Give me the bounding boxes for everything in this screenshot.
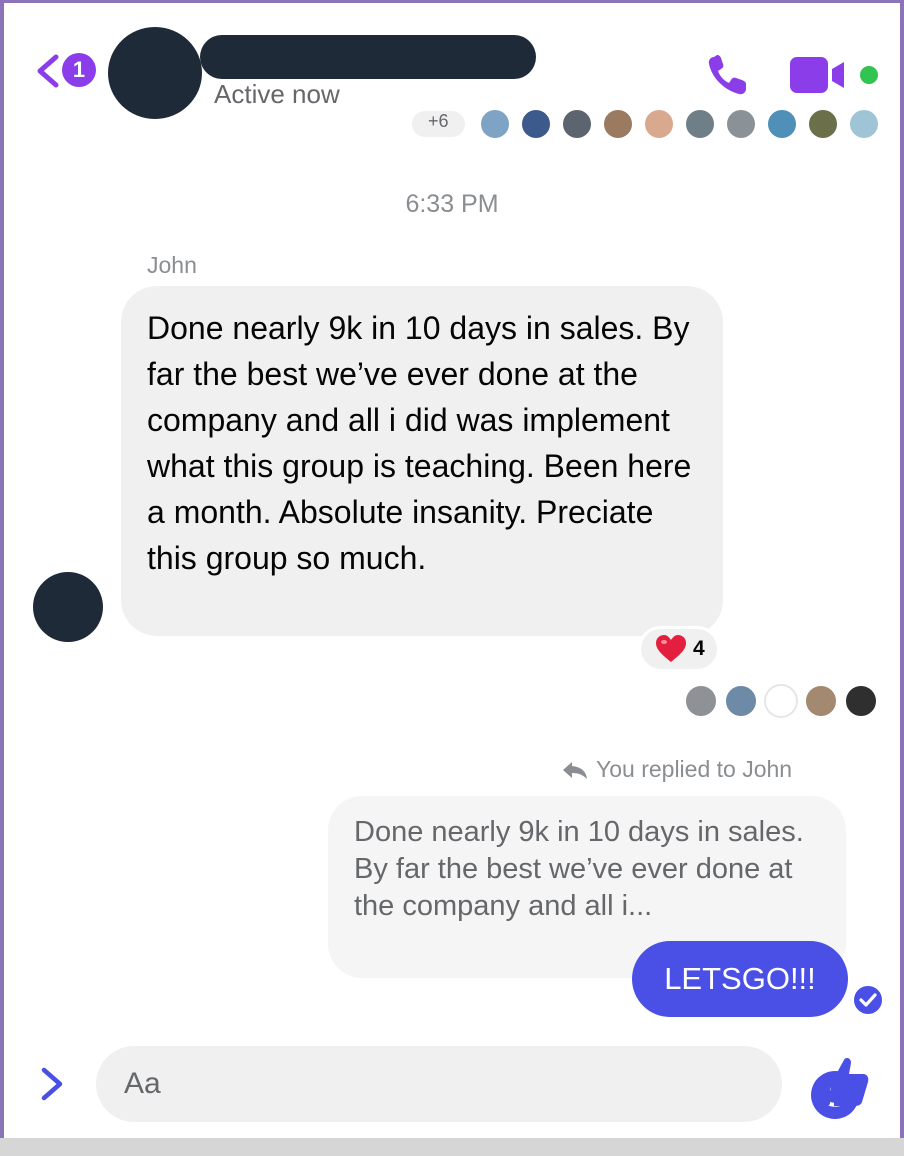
- seen-avatar: [601, 108, 634, 140]
- chevron-left-icon: [37, 54, 59, 88]
- reply-indicator: You replied to John: [562, 756, 792, 783]
- video-camera-icon[interactable]: [790, 55, 852, 95]
- seen-avatar: [684, 684, 718, 718]
- reaction-badge[interactable]: 4: [638, 626, 720, 672]
- sender-name: John: [147, 252, 197, 278]
- message-input[interactable]: [124, 1064, 684, 1104]
- online-indicator: [860, 66, 878, 84]
- seen-avatar: [844, 684, 878, 718]
- reply-label: You replied to John: [596, 756, 793, 782]
- seen-avatar: [765, 108, 798, 140]
- seen-extra-count[interactable]: +6: [412, 111, 465, 137]
- unread-count-badge: 1: [62, 53, 96, 87]
- contact-name-redacted[interactable]: [200, 35, 536, 79]
- chevron-right-icon[interactable]: [36, 1064, 68, 1104]
- seen-avatar: [764, 684, 798, 718]
- reply-arrow-icon: [563, 761, 587, 779]
- seen-avatar: [724, 108, 757, 140]
- read-receipts-row[interactable]: [684, 684, 884, 718]
- reaction-count: 4: [693, 637, 705, 660]
- phone-icon[interactable]: [704, 51, 756, 99]
- delivered-check-icon: [851, 983, 885, 1017]
- active-status: Active now: [214, 79, 340, 109]
- heart-icon: [656, 635, 686, 662]
- seen-avatar: [642, 108, 675, 140]
- seen-avatar: [560, 108, 593, 140]
- outgoing-message-bubble[interactable]: LETSGO!!!: [632, 941, 848, 1017]
- sender-avatar[interactable]: [33, 572, 103, 642]
- seen-avatar: [806, 108, 839, 140]
- thumbs-up-icon[interactable]: [818, 1054, 870, 1108]
- seen-avatar: [724, 684, 758, 718]
- contact-avatar[interactable]: [108, 27, 202, 119]
- bottom-bar: [0, 1138, 904, 1156]
- seen-avatar: [683, 108, 716, 140]
- back-button[interactable]: 1: [32, 51, 102, 91]
- seen-avatar: [478, 108, 511, 140]
- message-input-container[interactable]: [96, 1046, 859, 1122]
- incoming-message-bubble[interactable]: Done nearly 9k in 10 days in sales. By f…: [121, 286, 723, 636]
- seen-avatar: [804, 684, 838, 718]
- seen-avatar: [847, 108, 880, 140]
- message-composer: [4, 1034, 896, 1138]
- chat-header: 1 Active now: [4, 3, 896, 119]
- seen-avatar: [519, 108, 552, 140]
- message-timestamp: 6:33 PM: [405, 190, 499, 218]
- seen-by-row[interactable]: +6: [412, 108, 889, 140]
